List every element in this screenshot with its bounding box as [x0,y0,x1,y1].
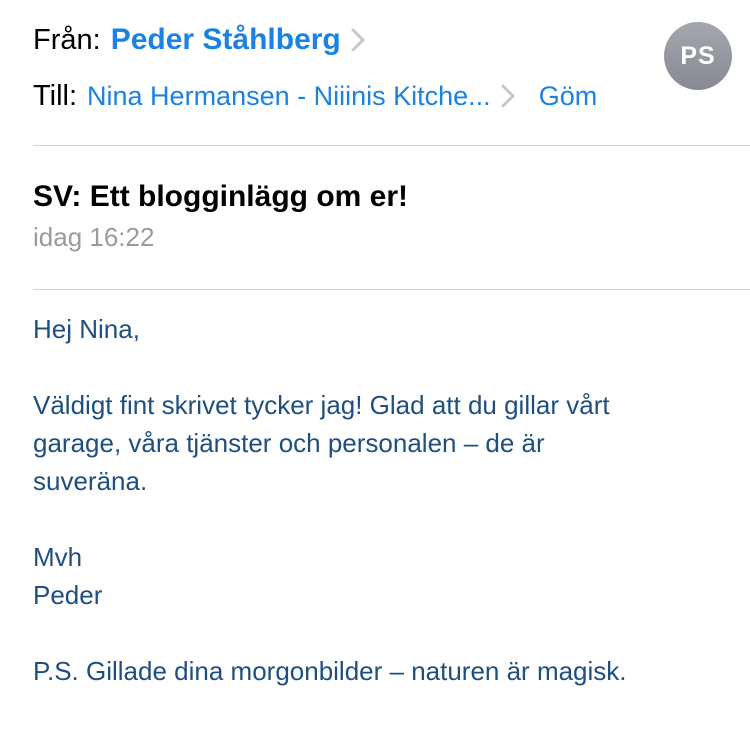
to-row: Till: Nina Hermansen - Niiinis Kitche...… [33,76,597,116]
body-line: Väldigt fint skrivet tycker jag! Glad at… [33,390,610,420]
message-body: Hej Nina, Väldigt fint skrivet tycker ja… [33,310,733,690]
to-label: Till: [33,79,78,112]
sender-avatar[interactable]: PS [664,22,732,90]
chevron-right-icon[interactable] [501,84,515,108]
body-line: garage, våra tjänster och personalen – d… [33,428,545,458]
hide-details-link[interactable]: Göm [539,81,598,112]
postscript-line: P.S. Gillade dina morgonbilder – naturen… [33,656,627,686]
divider [33,289,750,290]
signature-line: Peder [33,580,103,610]
sender-name[interactable]: Peder Ståhlberg [111,23,341,57]
from-label: Från: [33,23,101,56]
message-date: idag 16:22 [33,222,155,252]
message-subject: SV: Ett blogginlägg om er! [33,180,408,213]
message-header: Från: Peder Ståhlberg Till: Nina Hermans… [0,0,750,146]
chevron-right-icon[interactable] [351,28,365,52]
from-row: Från: Peder Ståhlberg [33,18,365,62]
divider [33,145,750,146]
signoff-line: Mvh [33,542,83,572]
greeting-line: Hej Nina, [33,314,140,344]
recipient-name[interactable]: Nina Hermansen - Niiinis Kitche... [87,81,491,112]
body-line: suveräna. [33,466,148,496]
